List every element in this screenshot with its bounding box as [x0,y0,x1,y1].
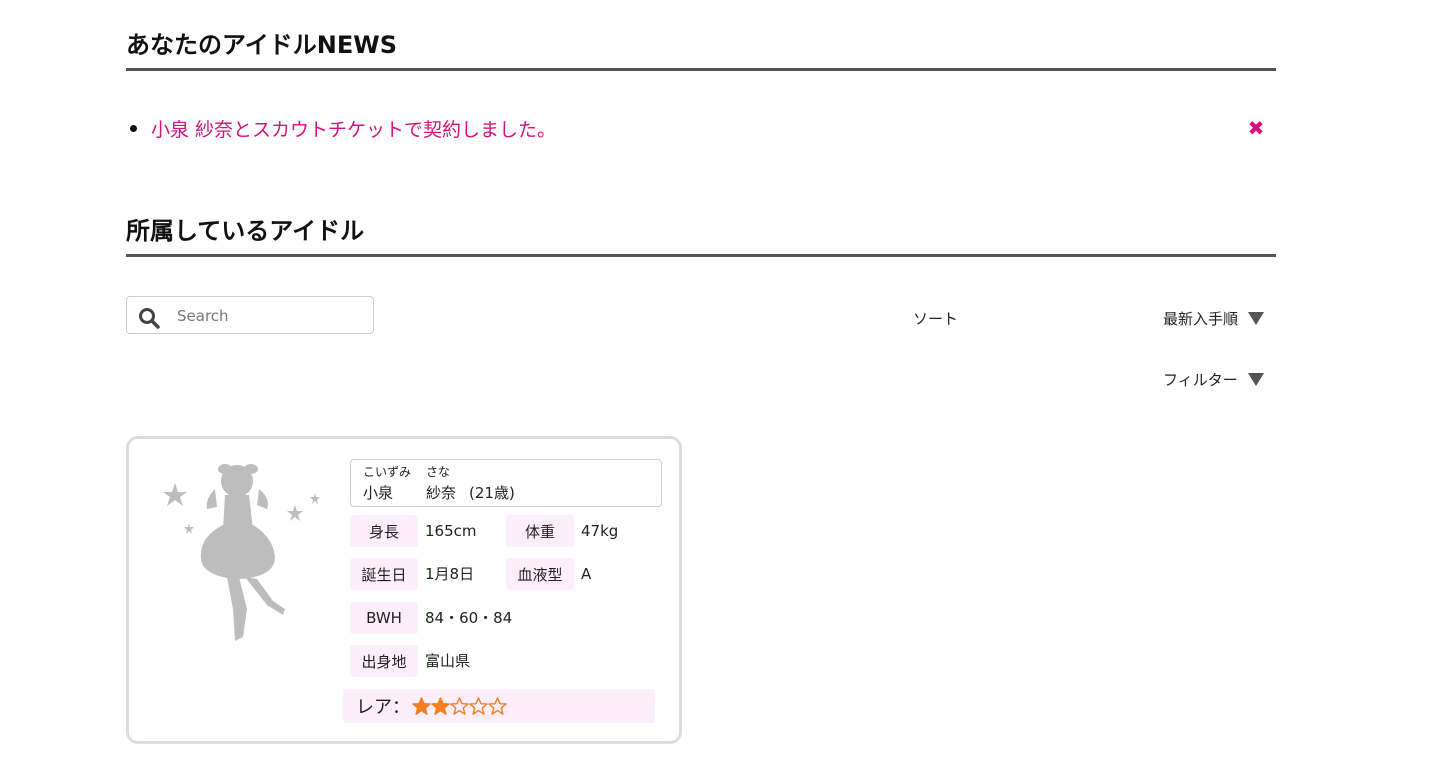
family-name: 小泉 [363,484,394,502]
idol-age: (21歳) [469,484,515,502]
blood-type-value: A [581,565,592,583]
search-box[interactable] [126,296,374,334]
ruby-family-name: こいずみ [363,465,412,479]
blood-type-label: 血液型 [506,558,574,590]
hometown-label: 出身地 [350,645,418,677]
star-empty-icon [488,696,507,715]
star-empty-icon [450,696,469,715]
news-item: 小泉 紗奈とスカウトチケットで契約しました。 ✖ [130,114,1270,142]
sort-dropdown-value: 最新入手順 [1163,310,1239,328]
idol-silhouette-image [163,464,320,641]
star-filled-icon [431,696,450,715]
star-filled-icon [412,696,431,715]
bwh-label: BWH [350,602,418,634]
height-value: 165cm [425,522,477,540]
news-item-text: 小泉 紗奈とスカウトチケットで契約しました。 [151,118,557,141]
bullet-icon [130,124,137,132]
news-section-title: あなたのアイドルNEWS [126,30,1276,71]
bwh-value: 84・60・84 [425,609,513,627]
given-name: 紗奈 [426,484,457,502]
filter-dropdown-label: フィルター [1163,371,1238,389]
birthday-label: 誕生日 [350,558,418,590]
idol-name-box: こいずみ さな 小泉 紗奈 (21歳) [350,459,662,507]
triangle-down-icon [1248,312,1265,325]
idols-section-title: 所属しているアイドル [126,216,1276,257]
birthday-value: 1月8日 [425,565,475,583]
star-empty-icon [469,696,488,715]
filter-dropdown[interactable]: フィルター [1163,369,1264,390]
weight-label: 体重 [506,515,574,547]
sort-dropdown[interactable]: 最新入手順 [1163,308,1265,329]
rarity-label: レア： [356,697,410,718]
page: あなたのアイドルNEWS 小泉 紗奈とスカウトチケットで契約しました。 ✖ 所属… [0,0,1443,774]
hometown-value: 富山県 [425,652,471,670]
ruby-given-name: さな [426,465,451,479]
idol-card[interactable]: こいずみ さな 小泉 紗奈 (21歳) 身長 165cm 体重 47kg 誕生日… [126,436,682,744]
sort-label: ソート [913,310,959,328]
triangle-down-icon [1247,373,1264,386]
height-label: 身長 [350,515,418,547]
rarity-row: レア： [343,689,655,723]
weight-value: 47kg [581,522,619,540]
close-icon[interactable]: ✖ [1244,116,1268,140]
search-icon [139,308,160,329]
search-input[interactable] [175,301,369,331]
